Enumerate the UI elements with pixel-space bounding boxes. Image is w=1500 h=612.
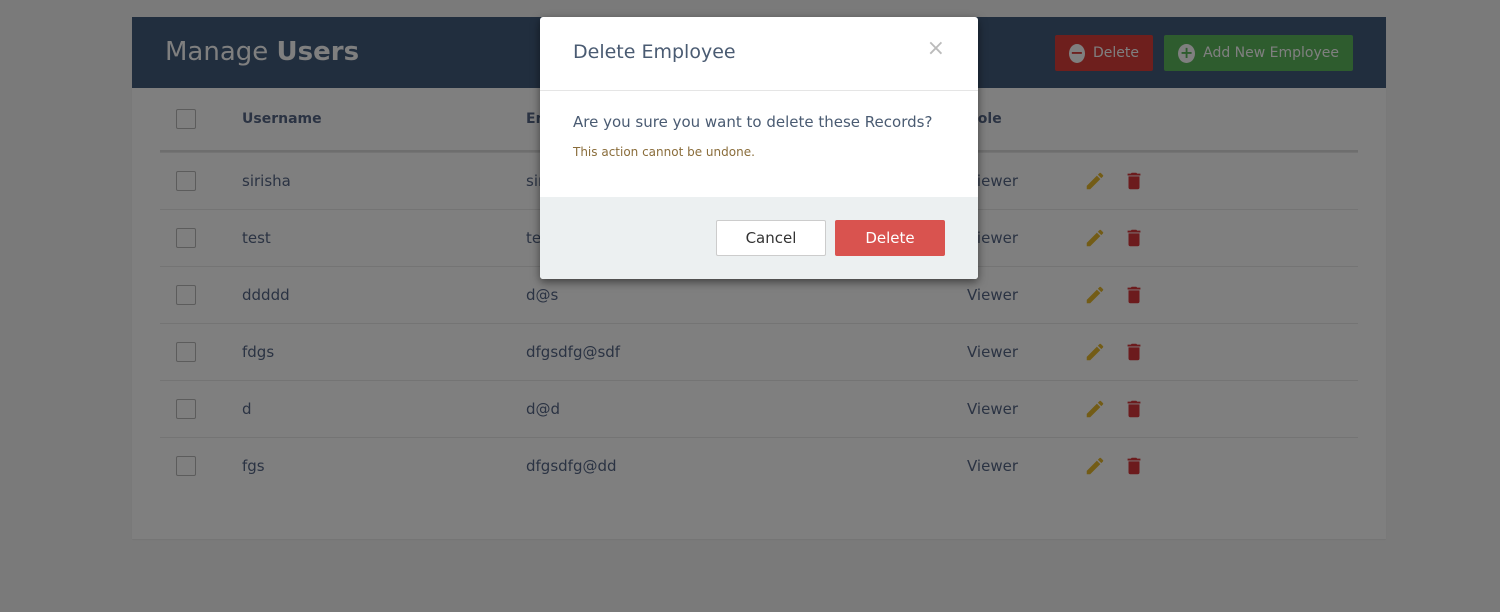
cancel-button[interactable]: Cancel xyxy=(716,220,826,256)
modal-footer: Cancel Delete xyxy=(540,197,978,279)
modal-body: Are you sure you want to delete these Re… xyxy=(540,91,978,197)
confirm-question: Are you sure you want to delete these Re… xyxy=(573,113,933,131)
delete-employee-modal: Delete Employee × Are you sure you want … xyxy=(540,17,978,279)
confirm-delete-button[interactable]: Delete xyxy=(835,220,945,256)
warning-text: This action cannot be undone. xyxy=(573,145,755,159)
close-icon[interactable]: × xyxy=(927,38,945,60)
modal-header: Delete Employee × xyxy=(540,17,978,91)
modal-title: Delete Employee xyxy=(573,41,736,63)
